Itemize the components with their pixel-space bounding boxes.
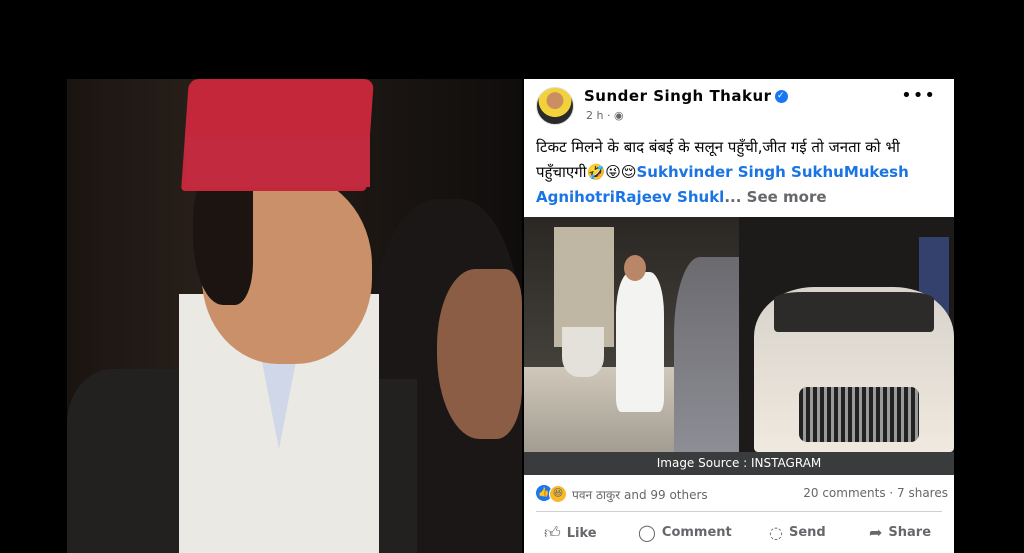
thumbs-up-icon: 👍︎ xyxy=(544,523,561,542)
post-image[interactable]: Image Source : INSTAGRAM xyxy=(524,217,954,475)
post-header: Sunder Singh Thakur ✓ 2 h · ◉ ••• xyxy=(524,79,954,125)
post-text: टिकट मिलने के बाद बंबई के सलून पहुँची,जी… xyxy=(536,135,948,210)
timestamp-text[interactable]: 2 h · xyxy=(586,109,614,122)
globe-icon: ◉ xyxy=(613,109,624,122)
haha-reaction-icon: 😆 xyxy=(549,485,567,503)
windshield xyxy=(774,292,934,332)
car-grille xyxy=(799,387,919,442)
tag-link-3[interactable]: Rajeev Shukl xyxy=(615,188,724,206)
politician-photo xyxy=(67,79,522,553)
share-arrow-icon: ➦ xyxy=(869,523,883,542)
facebook-post-card: Sunder Singh Thakur ✓ 2 h · ◉ ••• टिकट मि… xyxy=(524,79,954,553)
verified-badge-icon: ✓ xyxy=(774,90,788,103)
image-right-car xyxy=(739,217,954,452)
author-name[interactable]: Sunder Singh Thakur ✓ xyxy=(584,87,788,105)
image-left-salon xyxy=(524,217,739,452)
like-button[interactable]: 👍︎ Like xyxy=(544,523,597,543)
guard-figure xyxy=(674,257,739,452)
share-button[interactable]: ➦ Share xyxy=(869,523,931,542)
woman-head xyxy=(624,255,646,281)
planter xyxy=(562,327,604,377)
post-timestamp[interactable]: 2 h · ◉ xyxy=(586,109,624,122)
image-caption: Image Source : INSTAGRAM xyxy=(524,452,954,475)
see-more-link[interactable]: ... See more xyxy=(724,188,826,206)
comments-shares-count[interactable]: 20 comments · 7 shares xyxy=(803,486,948,500)
background-person-face xyxy=(437,269,522,439)
post-actions: 👍︎ Like ◯ Comment ◌ Send ➦ Share xyxy=(524,519,954,549)
more-options-icon[interactable]: ••• xyxy=(901,85,936,106)
messenger-icon: ◌ xyxy=(769,523,783,542)
tag-link-1[interactable]: Sukhvinder Singh Sukhu xyxy=(636,163,843,181)
reactions-bar: 👍 😆 पवन ठाकुर and 99 others 20 comments … xyxy=(536,483,948,505)
author-name-text[interactable]: Sunder Singh Thakur xyxy=(584,87,772,105)
send-button[interactable]: ◌ Send xyxy=(769,523,826,542)
comment-bubble-icon: ◯ xyxy=(638,523,656,542)
comment-button[interactable]: ◯ Comment xyxy=(638,523,732,542)
like-label: Like xyxy=(566,525,597,541)
woman-white-dress xyxy=(616,272,664,412)
reactions-count[interactable]: पवन ठाकुर and 99 others xyxy=(572,486,708,503)
comment-label: Comment xyxy=(661,525,732,540)
share-label: Share xyxy=(888,525,932,540)
send-label: Send xyxy=(788,525,826,540)
divider xyxy=(536,511,942,512)
avatar[interactable] xyxy=(536,87,574,125)
cap-band xyxy=(185,137,370,187)
reaction-icons[interactable]: 👍 😆 xyxy=(536,485,568,503)
